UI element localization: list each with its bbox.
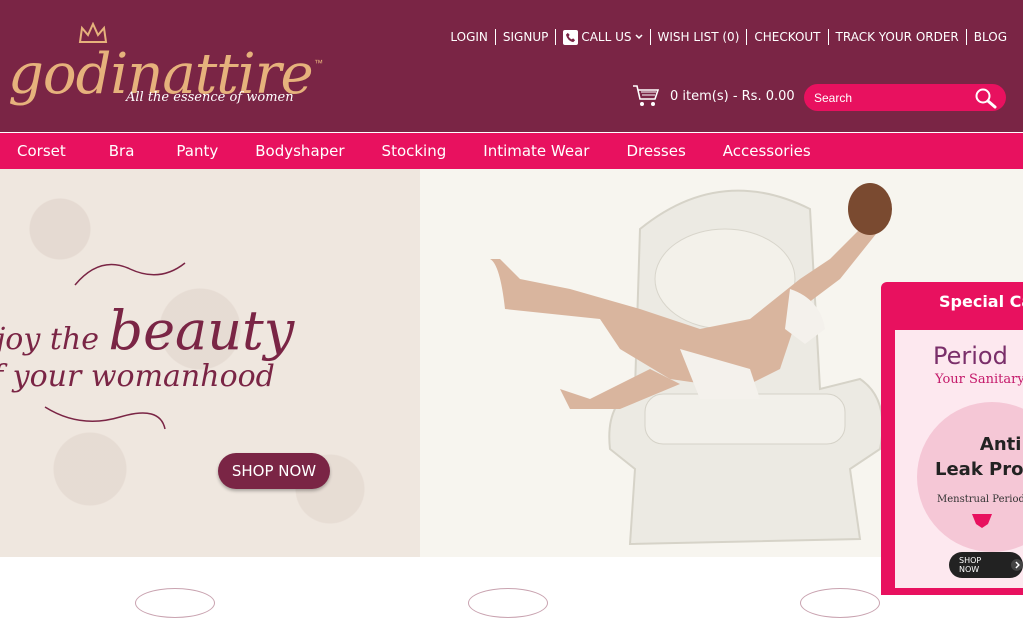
logo-trademark: ™ bbox=[314, 58, 323, 68]
nav-item-corset[interactable]: Corset bbox=[0, 142, 83, 160]
top-links: LOGIN SIGNUP CALL US WISH LIST (0) CHECK… bbox=[450, 28, 1007, 46]
promo-headline-1: Anti bbox=[979, 434, 1022, 455]
blog-link[interactable]: BLOG bbox=[974, 30, 1007, 44]
banner-line-1-a: joy the bbox=[0, 322, 109, 357]
nav-item-panty[interactable]: Panty bbox=[159, 142, 238, 160]
nav-item-bra[interactable]: Bra bbox=[83, 142, 160, 160]
promo-shop-now-label: SHOP NOW bbox=[959, 556, 982, 574]
call-us-label: CALL US bbox=[581, 30, 632, 44]
special-card-widget[interactable]: Special Car Period Your Sanitary Anti Le… bbox=[881, 282, 1023, 595]
nav-item-intimate-wear[interactable]: Intimate Wear bbox=[466, 142, 609, 160]
category-circle[interactable] bbox=[135, 588, 215, 618]
promo-subtitle: Your Sanitary bbox=[935, 372, 1023, 387]
phone-icon bbox=[563, 29, 579, 45]
logo[interactable]: godinattire ™ All the essence of women bbox=[8, 20, 328, 115]
main-nav: Corset Bra Panty Bodyshaper Stocking Int… bbox=[0, 133, 1023, 169]
promo-title: Period bbox=[933, 342, 1008, 370]
call-us-dropdown[interactable]: CALL US bbox=[563, 29, 643, 45]
wishlist-link[interactable]: WISH LIST (0) bbox=[658, 30, 740, 44]
login-link[interactable]: LOGIN bbox=[450, 30, 488, 44]
divider bbox=[494, 29, 496, 45]
promo-headline-2: Leak Prod bbox=[935, 459, 1023, 481]
banner-line-2: f your womanhood bbox=[0, 359, 275, 394]
signup-link[interactable]: SIGNUP bbox=[503, 30, 548, 44]
banner-line-1: joy the beauty bbox=[0, 299, 294, 362]
divider bbox=[649, 29, 651, 45]
divider bbox=[555, 29, 557, 45]
nav-item-accessories[interactable]: Accessories bbox=[706, 142, 828, 160]
shop-now-button[interactable]: SHOP NOW bbox=[218, 453, 330, 489]
promo-caption: Menstrual Period P bbox=[937, 494, 1023, 505]
special-card-promo[interactable]: Period Your Sanitary Anti Leak Prod Mens… bbox=[895, 330, 1023, 588]
chevron-down-icon bbox=[635, 34, 643, 40]
cart-count: 0 item(s) - Rs. 0.00 bbox=[670, 88, 795, 104]
divider bbox=[965, 29, 967, 45]
promo-shop-now-button[interactable]: SHOP NOW bbox=[949, 552, 1023, 578]
nav-item-stocking[interactable]: Stocking bbox=[365, 142, 467, 160]
category-circle[interactable] bbox=[468, 588, 548, 618]
banner-line-1-b: beauty bbox=[108, 299, 295, 362]
crown-icon bbox=[78, 22, 108, 43]
hero-banner[interactable]: joy the beauty f your womanhood SHOP NOW bbox=[0, 169, 1023, 557]
logo-tagline: All the essence of women bbox=[126, 90, 294, 105]
search-input[interactable] bbox=[814, 89, 964, 107]
checkout-link[interactable]: CHECKOUT bbox=[754, 30, 820, 44]
nav-item-dresses[interactable]: Dresses bbox=[609, 142, 705, 160]
site-header: godinattire ™ All the essence of women L… bbox=[0, 0, 1023, 132]
swirl-ornament-bottom bbox=[44, 406, 166, 430]
swirl-ornament bbox=[74, 262, 186, 286]
product-thumbnail bbox=[972, 514, 992, 528]
search-icon[interactable] bbox=[974, 87, 998, 109]
category-circle[interactable] bbox=[800, 588, 880, 618]
promo-headline: Anti Leak Prod bbox=[935, 432, 1023, 482]
chevron-right-icon bbox=[1011, 559, 1023, 571]
search-bar bbox=[804, 84, 1006, 111]
track-order-link[interactable]: TRACK YOUR ORDER bbox=[836, 30, 959, 44]
special-card-title: Special Car bbox=[939, 292, 1023, 311]
cart-icon bbox=[633, 85, 660, 106]
nav-item-bodyshaper[interactable]: Bodyshaper bbox=[238, 142, 364, 160]
divider bbox=[746, 29, 748, 45]
divider bbox=[827, 29, 829, 45]
cart-summary[interactable]: 0 item(s) - Rs. 0.00 bbox=[632, 84, 795, 108]
